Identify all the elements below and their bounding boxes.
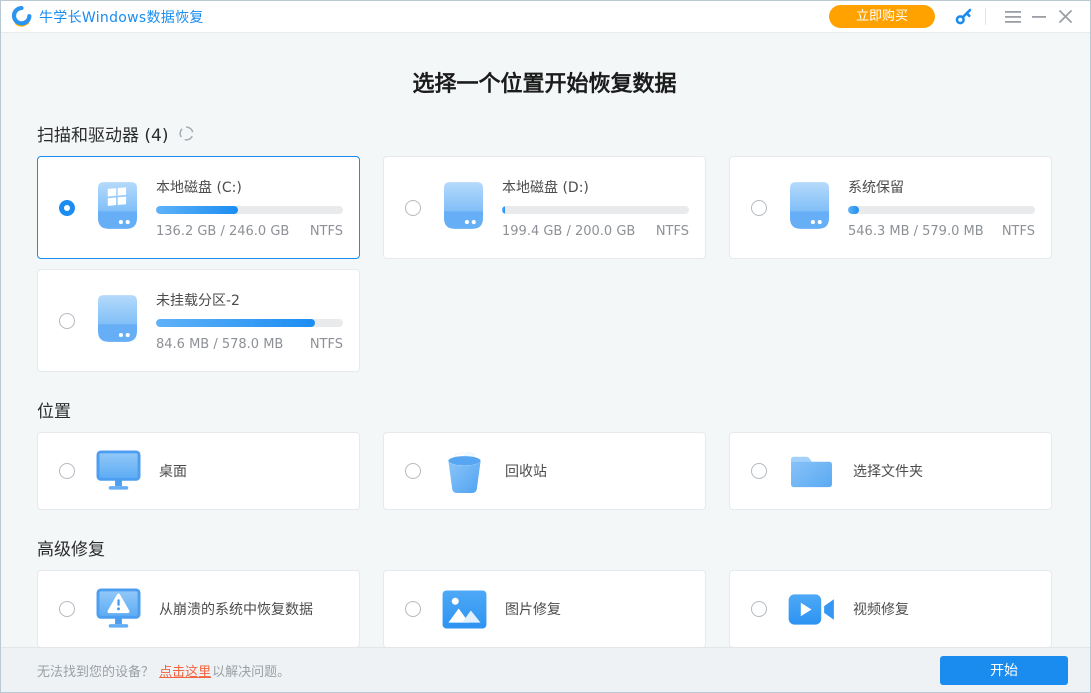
drive-filesystem: NTFS xyxy=(656,224,689,239)
advanced-label: 图片修复 xyxy=(505,599,561,619)
drive-info: 未挂载分区-2 84.6 MB / 578.0 MB NTFS xyxy=(156,290,343,352)
minimize-icon[interactable] xyxy=(1026,5,1052,29)
hint-suffix: 以解决问题。 xyxy=(212,665,290,680)
start-button[interactable]: 开始 xyxy=(940,656,1068,685)
locations-grid: 桌面 回收站 xyxy=(37,432,1052,510)
capacity-progress-bar xyxy=(502,206,689,214)
drive-meta: 136.2 GB / 246.0 GB NTFS xyxy=(156,224,343,239)
device-hint: 无法找到您的设备？ 点击这里以解决问题。 xyxy=(37,661,290,680)
location-label: 回收站 xyxy=(505,461,547,481)
location-card-desktop[interactable]: 桌面 xyxy=(37,432,360,510)
menu-icon[interactable] xyxy=(1000,5,1026,29)
app-window: 牛学长Windows数据恢复 立即购买 xyxy=(0,0,1091,693)
drives-section-header: 扫描和驱动器 (4) xyxy=(37,121,1052,146)
drive-size: 546.3 MB / 579.0 MB xyxy=(848,224,984,239)
drive-size: 199.4 GB / 200.0 GB xyxy=(502,224,635,239)
hint-prefix: 无法找到您的设备？ xyxy=(37,665,154,680)
advanced-card-video-repair[interactable]: 视频修复 xyxy=(729,570,1052,647)
drive-info: 本地磁盘 (C:) 136.2 GB / 246.0 GB NTFS xyxy=(156,177,343,239)
drive-card-unmounted[interactable]: 未挂载分区-2 84.6 MB / 578.0 MB NTFS xyxy=(37,269,360,372)
drive-name: 系统保留 xyxy=(848,177,1035,197)
drive-icon xyxy=(98,295,137,346)
advanced-label: 视频修复 xyxy=(853,599,909,619)
drive-filesystem: NTFS xyxy=(1002,224,1035,239)
location-card-recycle-bin[interactable]: 回收站 xyxy=(383,432,706,510)
click-here-link[interactable]: 点击这里 xyxy=(159,665,211,680)
radio-button[interactable] xyxy=(59,200,75,216)
drives-grid: 本地磁盘 (C:) 136.2 GB / 246.0 GB NTFS xyxy=(37,156,1052,372)
video-repair-icon xyxy=(788,592,835,627)
footer-bar: 无法找到您的设备？ 点击这里以解决问题。 开始 xyxy=(1,647,1090,692)
capacity-progress-bar xyxy=(848,206,1035,214)
drive-card-system-reserved[interactable]: 系统保留 546.3 MB / 579.0 MB NTFS xyxy=(729,156,1052,259)
drive-icon xyxy=(444,182,483,233)
photo-repair-icon xyxy=(442,590,487,629)
close-icon[interactable] xyxy=(1052,5,1078,29)
crashed-system-icon xyxy=(96,588,141,631)
page-title: 选择一个位置开始恢复数据 xyxy=(37,66,1052,98)
radio-button[interactable] xyxy=(751,463,767,479)
advanced-card-photo-repair[interactable]: 图片修复 xyxy=(383,570,706,647)
drive-info: 系统保留 546.3 MB / 579.0 MB NTFS xyxy=(848,177,1035,239)
advanced-card-crashed-system[interactable]: 从崩溃的系统中恢复数据 xyxy=(37,570,360,647)
advanced-section-header: 高级修复 xyxy=(37,535,1052,560)
locations-section-title: 位置 xyxy=(37,397,71,422)
drive-info: 本地磁盘 (D:) 199.4 GB / 200.0 GB NTFS xyxy=(502,177,689,239)
radio-button[interactable] xyxy=(751,601,767,617)
advanced-section-title: 高级修复 xyxy=(37,535,105,560)
advanced-grid: 从崩溃的系统中恢复数据 图片修复 xyxy=(37,570,1052,647)
key-icon[interactable] xyxy=(953,7,973,27)
location-card-select-folder[interactable]: 选择文件夹 xyxy=(729,432,1052,510)
buy-now-button[interactable]: 立即购买 xyxy=(829,5,935,28)
folder-icon xyxy=(788,452,835,491)
drive-filesystem: NTFS xyxy=(310,337,343,352)
radio-button[interactable] xyxy=(59,313,75,329)
drive-meta: 84.6 MB / 578.0 MB NTFS xyxy=(156,337,343,352)
radio-button[interactable] xyxy=(405,601,421,617)
desktop-icon xyxy=(96,450,141,493)
drive-name: 未挂载分区-2 xyxy=(156,290,343,310)
radio-button[interactable] xyxy=(751,200,767,216)
windows-drive-icon xyxy=(98,182,137,233)
radio-button[interactable] xyxy=(405,463,421,479)
recycle-bin-icon xyxy=(442,449,487,494)
drive-card-d[interactable]: 本地磁盘 (D:) 199.4 GB / 200.0 GB NTFS xyxy=(383,156,706,259)
radio-button[interactable] xyxy=(59,463,75,479)
advanced-label: 从崩溃的系统中恢复数据 xyxy=(159,599,313,619)
drive-icon xyxy=(790,182,829,233)
drive-meta: 546.3 MB / 579.0 MB NTFS xyxy=(848,224,1035,239)
drive-card-c[interactable]: 本地磁盘 (C:) 136.2 GB / 246.0 GB NTFS xyxy=(37,156,360,259)
main-content: 选择一个位置开始恢复数据 扫描和驱动器 (4) xyxy=(1,33,1090,647)
radio-button[interactable] xyxy=(405,200,421,216)
drive-name: 本地磁盘 (C:) xyxy=(156,177,343,197)
drive-name: 本地磁盘 (D:) xyxy=(502,177,689,197)
drive-filesystem: NTFS xyxy=(310,224,343,239)
app-title: 牛学长Windows数据恢复 xyxy=(39,7,204,27)
titlebar: 牛学长Windows数据恢复 立即购买 xyxy=(1,1,1090,33)
drive-size: 136.2 GB / 246.0 GB xyxy=(156,224,289,239)
location-label: 桌面 xyxy=(159,461,187,481)
capacity-progress-bar xyxy=(156,319,343,327)
capacity-progress-bar xyxy=(156,206,343,214)
locations-section-header: 位置 xyxy=(37,397,1052,422)
radio-button[interactable] xyxy=(59,601,75,617)
drive-size: 84.6 MB / 578.0 MB xyxy=(156,337,283,352)
brand-swirl-icon xyxy=(10,5,33,28)
location-label: 选择文件夹 xyxy=(853,461,923,481)
drive-meta: 199.4 GB / 200.0 GB NTFS xyxy=(502,224,689,239)
drives-section-title: 扫描和驱动器 (4) xyxy=(37,121,168,146)
titlebar-divider xyxy=(985,8,986,25)
refresh-icon[interactable] xyxy=(178,125,195,142)
